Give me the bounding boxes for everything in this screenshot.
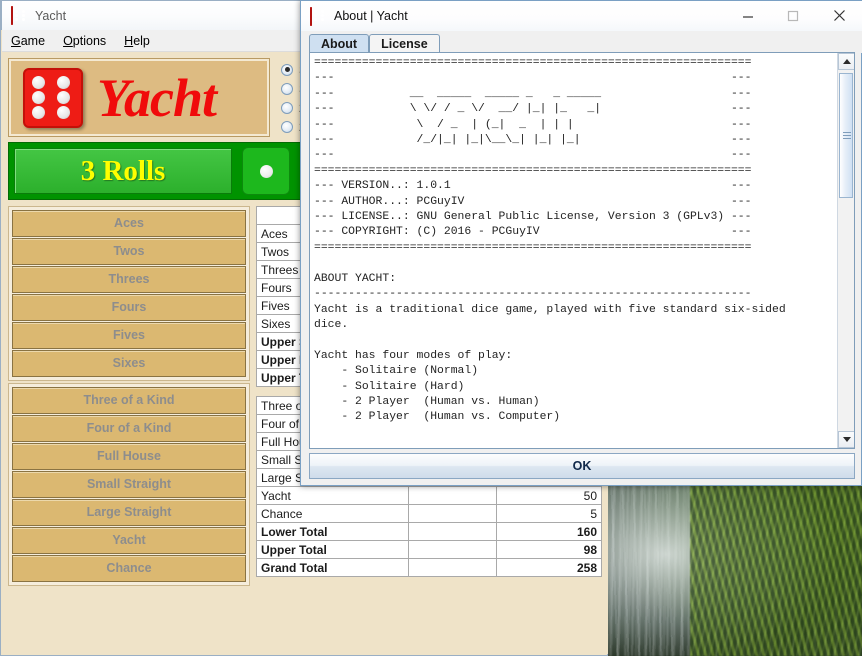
table-row[interactable]: Chance 5 [256, 504, 602, 523]
score-button-threes[interactable]: Threes [12, 266, 246, 293]
row-label: Lower Total [256, 522, 409, 541]
about-content-frame: ========================================… [309, 52, 855, 449]
yacht-logo-text: Yacht [97, 67, 217, 128]
rolls-button[interactable]: 3 Rolls [14, 148, 232, 194]
upper-score-buttons: Aces Twos Threes Fours Fives Sixes [8, 206, 250, 381]
maximize-button[interactable] [770, 1, 815, 30]
score-button-aces[interactable]: Aces [12, 210, 246, 237]
score-button-fours[interactable]: Fours [12, 294, 246, 321]
score-button-large-straight[interactable]: Large Straight [12, 499, 246, 526]
row-label: Chance [256, 504, 409, 523]
table-row: Upper Total 98 [256, 540, 602, 559]
score-button-fives[interactable]: Fives [12, 322, 246, 349]
table-row: Grand Total 258 [256, 558, 602, 577]
score-button-sixes[interactable]: Sixes [12, 350, 246, 377]
scrollbar-track[interactable] [838, 70, 854, 431]
table-row: Lower Total 160 [256, 522, 602, 541]
red-die-logo-icon [23, 67, 83, 128]
about-vertical-scrollbar[interactable] [837, 53, 854, 448]
minimize-button[interactable] [725, 1, 770, 30]
radio-icon[interactable] [281, 120, 293, 133]
about-window-title: About | Yacht [334, 9, 408, 23]
row-mid [408, 522, 497, 541]
row-mid [408, 504, 497, 523]
scroll-down-arrow-icon[interactable] [838, 431, 854, 448]
tab-license[interactable]: License [369, 34, 440, 53]
row-value: 98 [496, 540, 602, 559]
score-button-full-house[interactable]: Full House [12, 443, 246, 470]
row-label: Yacht [256, 486, 409, 505]
menu-help[interactable]: Help [115, 32, 159, 50]
yacht-logo-panel: Yacht [8, 58, 270, 137]
dice-icon [11, 6, 28, 25]
radio-icon-selected[interactable] [281, 63, 293, 76]
about-dialog: About | Yacht About License ============… [300, 0, 862, 486]
close-button[interactable] [815, 1, 862, 30]
lower-score-buttons: Three of a Kind Four of a Kind Full Hous… [8, 383, 250, 586]
score-button-three-of-a-kind[interactable]: Three of a Kind [12, 387, 246, 414]
about-titlebar[interactable]: About | Yacht [301, 1, 862, 31]
menu-options[interactable]: Options [54, 32, 115, 50]
about-tabstrip: About License [301, 31, 862, 53]
row-value: 160 [496, 522, 602, 541]
radio-icon[interactable] [281, 101, 293, 114]
foliage-texture [690, 470, 862, 656]
scrollbar-grip-icon [843, 132, 851, 139]
row-label: Grand Total [256, 558, 409, 577]
row-value: 50 [496, 486, 602, 505]
row-mid [408, 540, 497, 559]
row-mid [408, 486, 497, 505]
yacht-window-title: Yacht [35, 8, 67, 23]
table-row[interactable]: Yacht 50 [256, 486, 602, 505]
score-button-twos[interactable]: Twos [12, 238, 246, 265]
score-button-chance[interactable]: Chance [12, 555, 246, 582]
game-die-1[interactable] [242, 147, 290, 195]
score-button-yacht[interactable]: Yacht [12, 527, 246, 554]
about-content-text: ========================================… [314, 57, 786, 424]
radio-icon[interactable] [281, 82, 293, 95]
row-value: 5 [496, 504, 602, 523]
row-value: 258 [496, 558, 602, 577]
scroll-up-arrow-icon[interactable] [838, 53, 854, 70]
menu-game[interactable]: Game [2, 32, 54, 50]
scrollbar-thumb[interactable] [839, 73, 853, 198]
row-label: Upper Total [256, 540, 409, 559]
score-button-small-straight[interactable]: Small Straight [12, 471, 246, 498]
ok-button[interactable]: OK [309, 453, 855, 479]
dice-icon [310, 6, 327, 26]
row-mid [408, 558, 497, 577]
score-button-column: Aces Twos Threes Fours Fives Sixes Three… [8, 206, 250, 586]
tab-about[interactable]: About [309, 34, 370, 53]
score-button-four-of-a-kind[interactable]: Four of a Kind [12, 415, 246, 442]
